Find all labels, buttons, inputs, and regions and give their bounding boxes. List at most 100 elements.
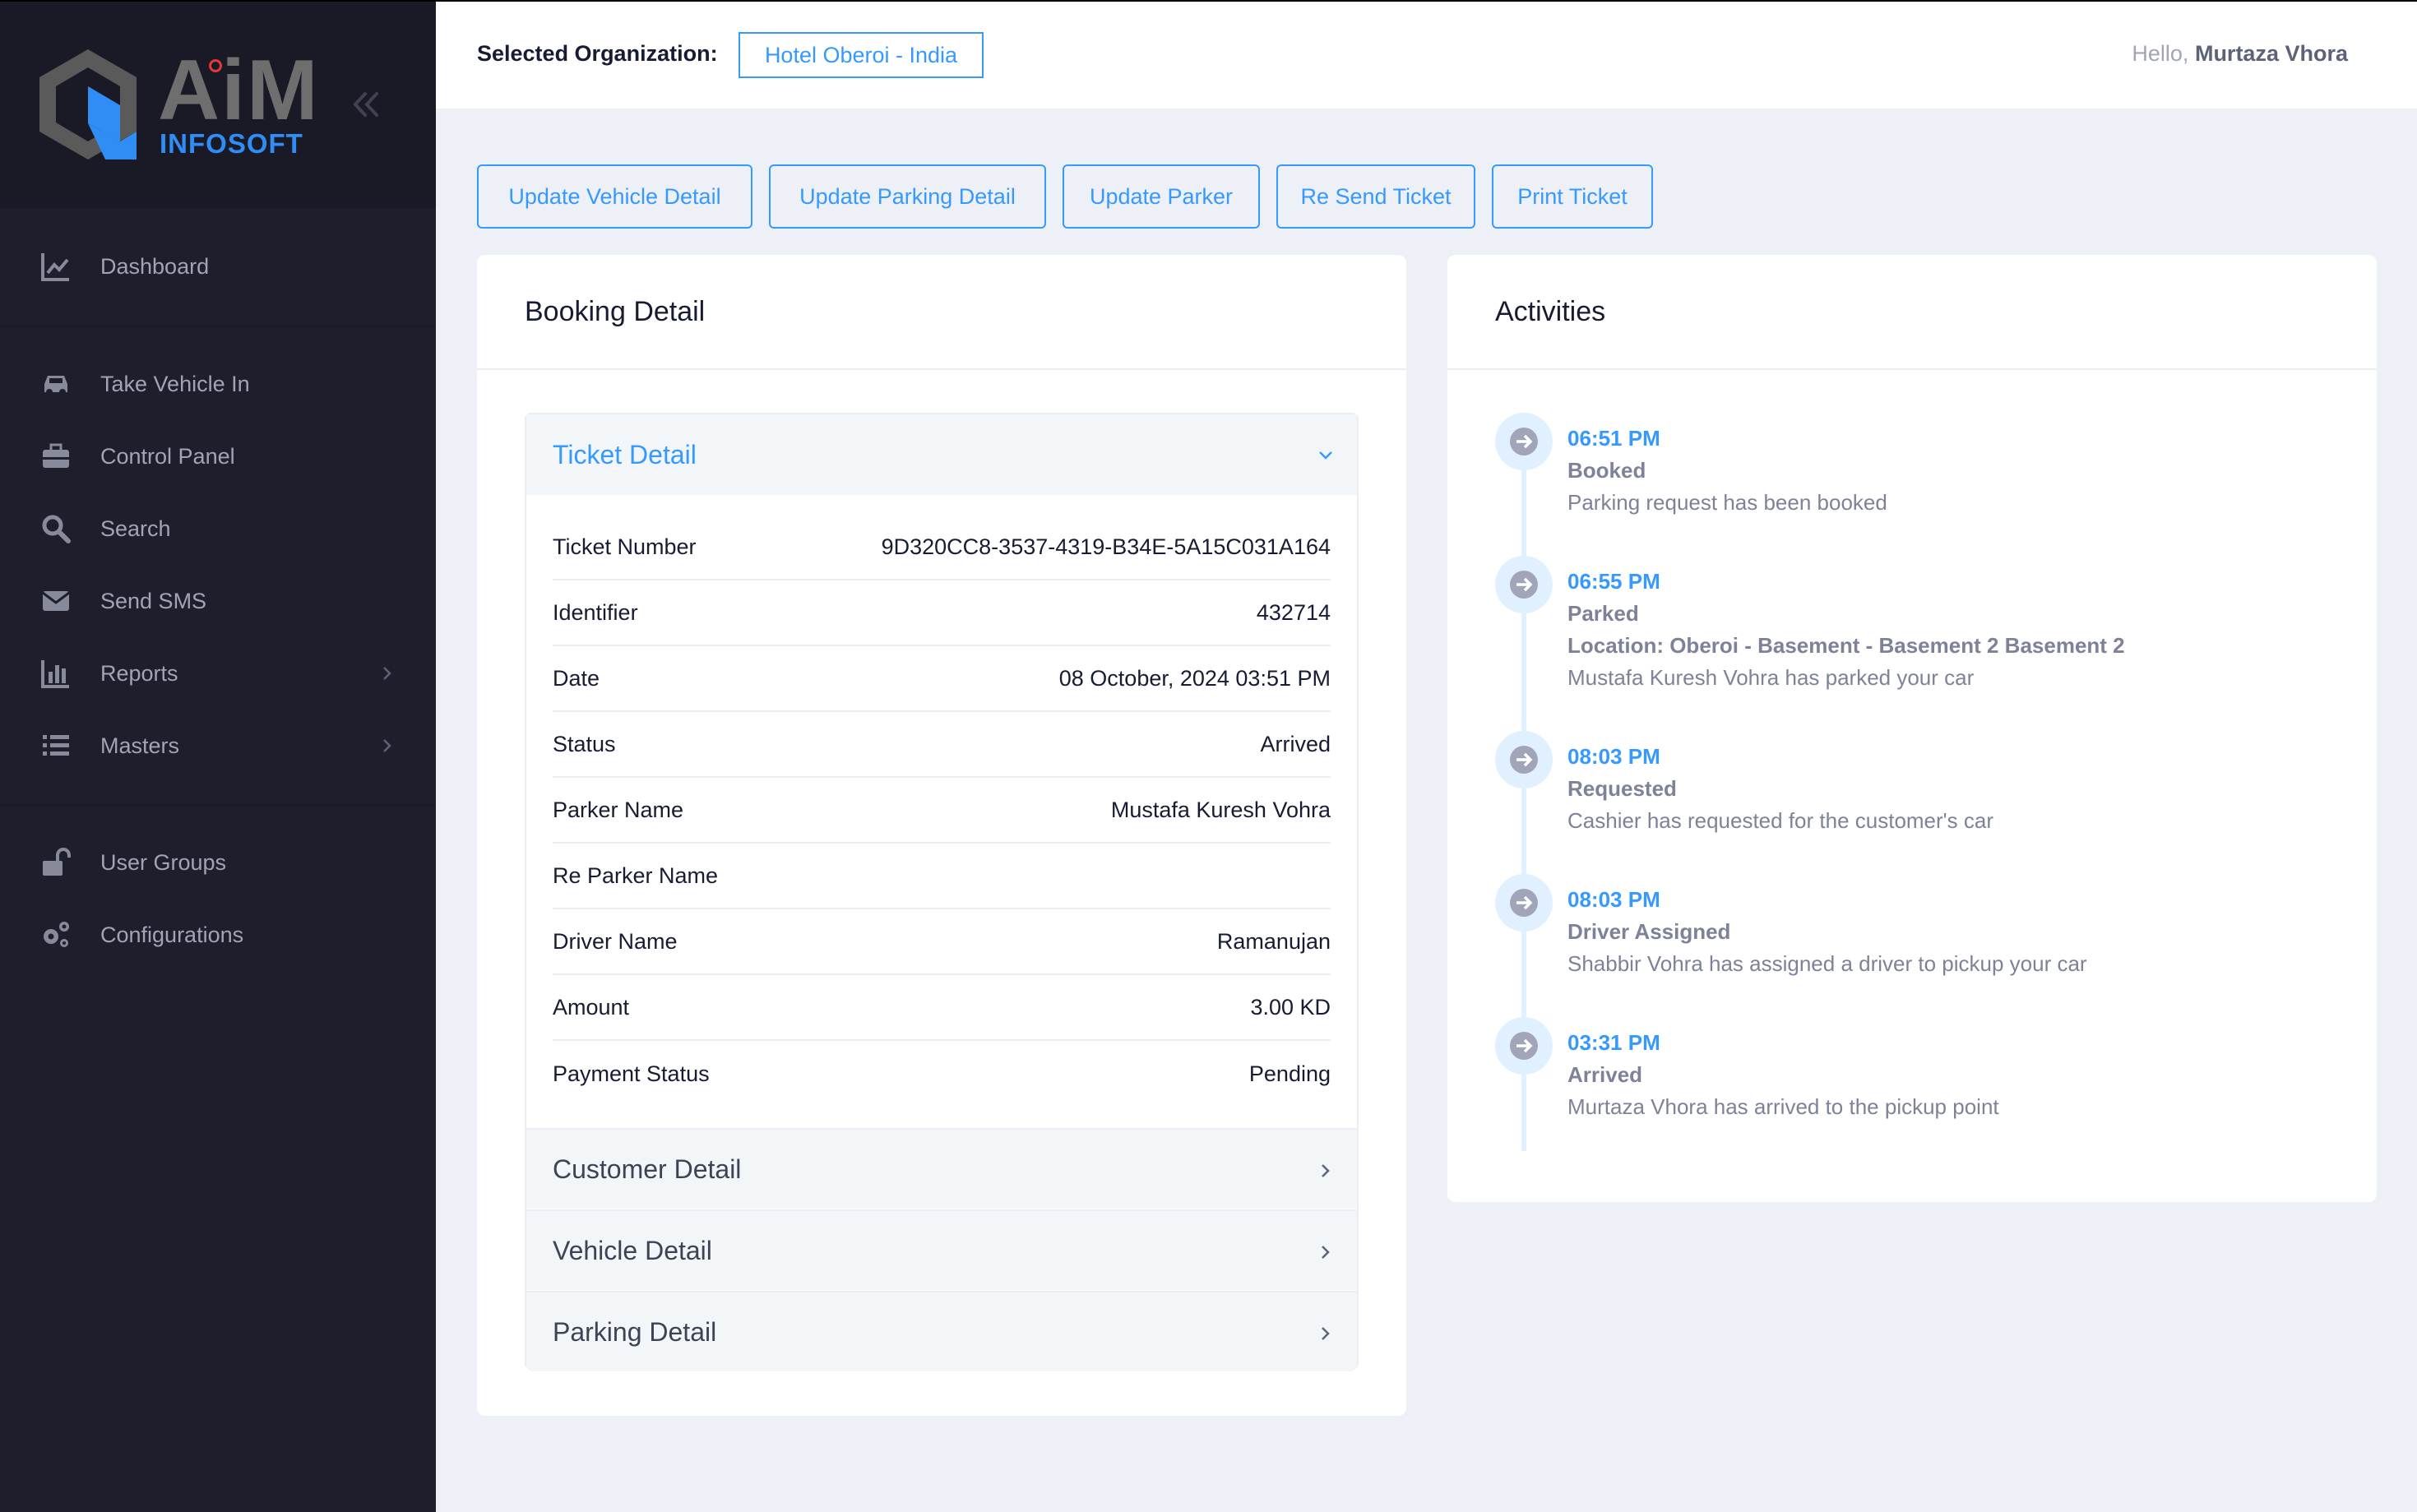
timeline-badge: [1495, 413, 1553, 470]
activity-title: Parked: [1567, 601, 1639, 626]
sidebar-item-masters[interactable]: Masters: [0, 713, 436, 779]
activity-desc: Murtaza Vhora has arrived to the pickup …: [1567, 1094, 1999, 1119]
sidebar-item-label: Send SMS: [100, 588, 207, 613]
detail-row-identifier: Identifier 432714: [553, 580, 1331, 646]
re-send-ticket-button[interactable]: Re Send Ticket: [1276, 164, 1475, 229]
activity-time: 03:31 PM: [1567, 1030, 1660, 1055]
chevron-right-icon: [1322, 1164, 1330, 1177]
row-label: Date: [553, 665, 600, 691]
sidebar-item-search[interactable]: Search: [0, 496, 436, 562]
detail-row-date: Date 08 October, 2024 03:51 PM: [553, 646, 1331, 712]
toolbox-icon: [43, 443, 69, 468]
row-value: Ramanujan: [1216, 928, 1331, 954]
org-label: Selected Organization:: [477, 41, 718, 66]
row-label: Ticket Number: [553, 534, 697, 559]
booking-detail-card: Booking Detail Ticket Detail Ticket Numb…: [477, 255, 1406, 1416]
user-greeting[interactable]: Hello, Murtaza Vhora: [2132, 41, 2348, 67]
arrow-circle-right-icon: [1510, 428, 1538, 455]
chevron-right-icon: [383, 667, 391, 680]
sidebar-item-reports[interactable]: Reports: [0, 640, 436, 706]
card-title: Booking Detail: [477, 255, 1406, 370]
print-ticket-button[interactable]: Print Ticket: [1492, 164, 1653, 229]
sidebar-item-label: Masters: [100, 733, 180, 758]
search-icon: [42, 515, 71, 543]
detail-row-payment-status: Payment Status Pending: [553, 1041, 1331, 1107]
parking-detail-header[interactable]: Parking Detail: [526, 1291, 1357, 1371]
sidebar-item-label: Take Vehicle In: [100, 371, 250, 396]
timeline-badge: [1495, 731, 1553, 788]
ticket-detail-header[interactable]: Ticket Detail: [526, 414, 1357, 495]
chevron-right-icon: [1322, 1246, 1330, 1259]
brand-sub: INFOSOFT: [160, 128, 303, 159]
row-label: Driver Name: [553, 928, 678, 954]
section-title: Ticket Detail: [553, 439, 697, 469]
detail-row-status: Status Arrived: [553, 712, 1331, 778]
sidebar-item-take-vehicle-in[interactable]: Take Vehicle In: [0, 351, 436, 417]
brand-target-icon: [209, 59, 222, 72]
sidebar-item-configurations[interactable]: Configurations: [0, 902, 436, 968]
row-label: Re Parker Name: [553, 862, 719, 888]
detail-row-driver-name: Driver Name Ramanujan: [553, 909, 1331, 975]
arrow-circle-right-icon: [1510, 889, 1538, 917]
activity-title: Driver Assigned: [1567, 919, 1731, 944]
activity-time: 06:55 PM: [1567, 569, 1660, 594]
activity-desc: Cashier has requested for the customer's…: [1567, 808, 1993, 833]
greeting-text: Hello,: [2132, 41, 2189, 66]
sidebar-item-label: Configurations: [100, 922, 244, 947]
sidebar-item-label: User Groups: [100, 849, 227, 875]
activity-time: 08:03 PM: [1567, 887, 1660, 912]
chevron-right-icon: [1322, 1327, 1330, 1340]
activity-title: Arrived: [1567, 1062, 1643, 1087]
row-label: Identifier: [553, 599, 638, 625]
vehicle-detail-header[interactable]: Vehicle Detail: [526, 1209, 1357, 1290]
detail-row-amount: Amount 3.00 KD: [553, 975, 1331, 1041]
arrow-circle-right-icon: [1510, 746, 1538, 774]
divider: [0, 326, 436, 327]
topbar: Selected Organization: Hotel Oberoi - In…: [436, 0, 2417, 109]
sidebar-item-send-sms[interactable]: Send SMS: [0, 568, 436, 634]
timeline-badge: [1495, 874, 1553, 932]
chevron-right-icon: [383, 739, 391, 752]
detail-row-re-parker-name: Re Parker Name: [553, 844, 1331, 909]
customer-detail-header[interactable]: Customer Detail: [526, 1128, 1357, 1209]
row-value: Mustafa Kuresh Vohra: [1110, 797, 1331, 822]
detail-row-ticket-number: Ticket Number 9D320CC8-3537-4319-B34E-5A…: [553, 515, 1331, 580]
sidebar-item-dashboard[interactable]: Dashboard: [0, 234, 436, 299]
row-value: 3.00 KD: [1250, 994, 1331, 1020]
timeline-badge: [1495, 556, 1553, 613]
activity-location: Location: Oberoi - Basement - Basement 2…: [1567, 633, 2125, 658]
ticket-accordion: Ticket Detail Ticket Number 9D320CC8-353…: [525, 413, 1359, 1371]
sidebar-item-label: Control Panel: [100, 443, 235, 469]
row-value: Arrived: [1260, 731, 1331, 756]
activity-title: Booked: [1567, 458, 1646, 483]
row-label: Amount: [553, 994, 630, 1020]
activity-time: 08:03 PM: [1567, 744, 1660, 769]
gears-icon: [44, 922, 69, 947]
section-title: Customer Detail: [553, 1154, 742, 1184]
double-chevron-left-icon[interactable]: [345, 84, 387, 125]
brand-name: AiM: [158, 43, 320, 138]
section-title: Vehicle Detail: [553, 1235, 712, 1265]
chart-line-icon: [41, 253, 69, 281]
activity-time: 06:51 PM: [1567, 426, 1660, 451]
activity-desc: Shabbir Vohra has assigned a driver to p…: [1567, 951, 2087, 976]
activity-desc: Parking request has been booked: [1567, 490, 1887, 515]
chevron-down-icon: [1319, 451, 1332, 460]
row-value: Pending: [1248, 1061, 1331, 1086]
update-parking-detail-button[interactable]: Update Parking Detail: [769, 164, 1046, 229]
arrow-circle-right-icon: [1510, 571, 1538, 599]
sidebar-item-label: Search: [100, 516, 171, 541]
car-icon: [44, 376, 67, 395]
card-title: Activities: [1447, 255, 2377, 370]
update-vehicle-detail-button[interactable]: Update Vehicle Detail: [477, 164, 752, 229]
activities-card: Activities: [1447, 255, 2377, 1202]
org-selector[interactable]: Hotel Oberoi - India: [739, 32, 984, 78]
sidebar-item-control-panel[interactable]: Control Panel: [0, 423, 436, 489]
timeline-badge: [1495, 1017, 1553, 1075]
row-value: 9D320CC8-3537-4319-B34E-5A15C031A164: [881, 534, 1331, 559]
sidebar-item-user-groups[interactable]: User Groups: [0, 830, 436, 895]
sidebar: AiM INFOSOFT Dashboard Take Vehicle In C…: [0, 0, 436, 1512]
row-label: Parker Name: [553, 797, 684, 822]
update-parker-button[interactable]: Update Parker: [1063, 164, 1260, 229]
row-label: Status: [553, 731, 616, 756]
